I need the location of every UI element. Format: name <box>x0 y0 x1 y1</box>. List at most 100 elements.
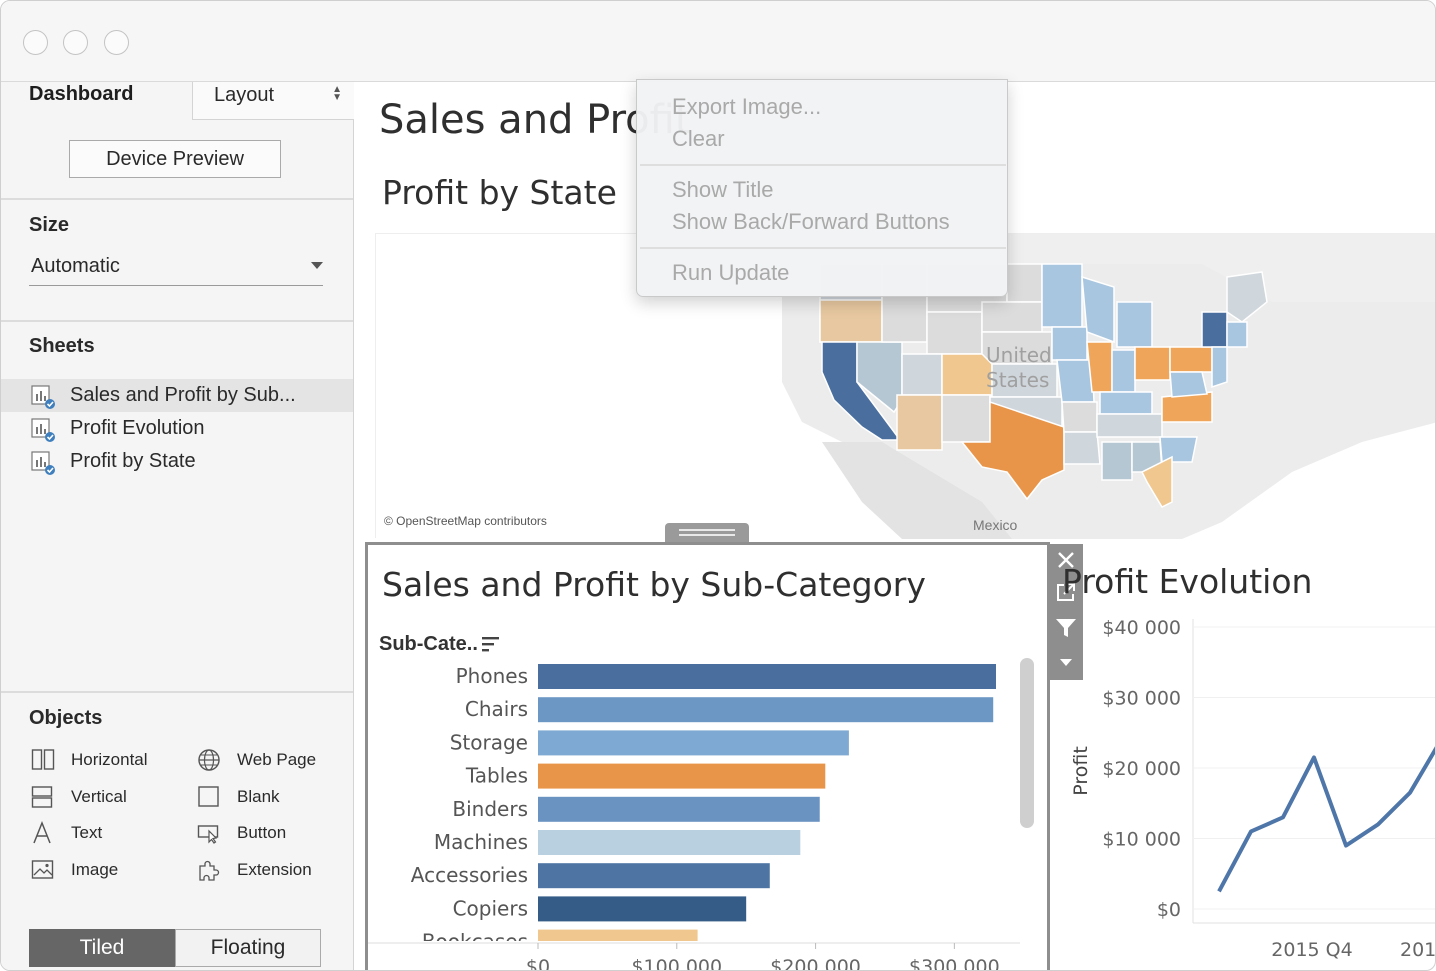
vertical-scrollbar[interactable] <box>1020 658 1034 828</box>
state-shape <box>1006 263 1043 303</box>
updown-arrows-icon: ▲ ▼ <box>332 84 342 103</box>
bar <box>538 664 996 689</box>
menu-item-show-title[interactable]: Show Title <box>672 177 774 203</box>
resize-handle[interactable] <box>665 523 749 543</box>
state-shape <box>1086 341 1113 393</box>
object-label: Horizontal <box>71 750 148 769</box>
menu-item-export-image[interactable]: Export Image... <box>672 94 821 120</box>
object-label: Button <box>237 823 287 842</box>
sort-icon[interactable] <box>482 636 500 652</box>
horizontal-icon <box>31 749 55 770</box>
worksheet-icon <box>31 418 55 442</box>
category-label: Chairs <box>465 697 528 721</box>
state-shape <box>1161 391 1213 423</box>
category-label: Copiers <box>453 896 528 920</box>
tab-dashboard[interactable]: Dashboard <box>29 82 133 106</box>
state-shape <box>1056 359 1095 403</box>
tab-layout-label: Layout <box>214 84 275 106</box>
globe-icon <box>198 749 220 771</box>
puzzle-icon <box>199 860 220 881</box>
state-shape <box>1096 413 1163 438</box>
state-shape <box>1159 436 1198 463</box>
bar <box>538 830 801 855</box>
sales-profit-panel[interactable]: Sales and Profit by Sub-Category Sub-Cat… <box>365 542 1050 971</box>
divider <box>1 198 353 200</box>
country-label: States <box>986 368 1049 392</box>
device-preview-button[interactable]: Device Preview <box>69 140 281 178</box>
y-tick-label: $0 <box>1157 899 1181 921</box>
map-title: Profit by State <box>382 173 617 212</box>
country-label: United <box>986 343 1052 367</box>
minimize-window-button[interactable] <box>63 30 88 55</box>
y-tick-label: $10 000 <box>1102 829 1181 851</box>
app-window: Dashboard Layout ▲ ▼ Device Preview Size … <box>0 0 1436 971</box>
sheet-item-profit-evolution[interactable]: Profit Evolution <box>1 412 353 445</box>
floating-toggle[interactable]: Floating <box>175 929 321 967</box>
menu-item-show-back-forward[interactable]: Show Back/Forward Buttons <box>672 209 950 235</box>
divider <box>1 320 353 322</box>
object-label: Text <box>71 823 103 842</box>
tab-layout[interactable]: Layout ▲ ▼ <box>192 82 354 120</box>
category-label: Storage <box>450 730 528 754</box>
state-shape <box>1051 326 1088 361</box>
object-label: Vertical <box>71 787 127 806</box>
title-bar <box>1 1 1435 82</box>
y-tick-label: $30 000 <box>1102 688 1181 710</box>
close-window-button[interactable] <box>23 30 48 55</box>
sheets-section-title: Sheets <box>29 335 95 357</box>
menu-item-run-update[interactable]: Run Update <box>672 260 789 286</box>
divider <box>1 691 353 693</box>
bar <box>538 863 770 889</box>
size-dropdown[interactable]: Automatic <box>29 252 323 286</box>
state-shape <box>1201 311 1228 348</box>
bar-chart: Phones Chairs Storage Tables Binders Machines… <box>368 664 1047 971</box>
caret-down-icon <box>311 262 323 269</box>
tiled-toggle[interactable]: Tiled <box>29 929 175 967</box>
sheet-item-label: Profit Evolution <box>70 417 205 439</box>
x-tick-label: $100 000 <box>631 956 722 971</box>
state-shape <box>1226 321 1248 348</box>
object-label: Image <box>71 860 119 879</box>
worksheet-icon <box>31 451 55 475</box>
state-shape <box>1099 391 1153 415</box>
image-icon <box>31 860 54 879</box>
state-shape <box>1111 349 1136 393</box>
category-label: Phones <box>456 664 528 688</box>
category-label: Machines <box>434 830 528 854</box>
evolution-title: Profit Evolution <box>1062 562 1313 601</box>
x-tick-label: $300 000 <box>909 956 1000 971</box>
text-icon <box>33 821 51 844</box>
sheet-item-label: Profit by State <box>70 450 196 472</box>
object-label: Extension <box>237 860 312 879</box>
category-label: Binders <box>452 797 528 821</box>
category-label: Tables <box>465 764 528 788</box>
map-credit: © OpenStreetMap contributors <box>384 514 547 528</box>
state-shape <box>1061 401 1098 433</box>
menu-item-clear[interactable]: Clear <box>672 126 725 152</box>
sheet-item-sales-profit[interactable]: Sales and Profit by Sub... <box>1 379 353 412</box>
state-shape <box>1041 263 1083 328</box>
state-shape <box>926 311 983 355</box>
zoom-window-button[interactable] <box>104 30 129 55</box>
state-shape <box>1101 441 1133 481</box>
menu-separator <box>640 247 1006 249</box>
bar <box>538 796 820 822</box>
sheet-item-profit-by-state[interactable]: Profit by State <box>1 445 353 478</box>
object-label: Web Page <box>237 750 317 769</box>
context-menu: ⁠ Export Image... Clear Show Title Show … <box>636 79 1008 297</box>
x-tick-label: 2015 Q4 <box>1271 939 1352 961</box>
y-axis-label: Profit <box>1070 746 1092 796</box>
sheet-item-label: Sales and Profit by Sub... <box>70 384 296 406</box>
state-shape <box>1081 275 1115 344</box>
x-tick-label: $200 000 <box>770 956 861 971</box>
vertical-icon <box>31 786 53 808</box>
menu-separator <box>640 164 1006 166</box>
line-chart: $40 000 $30 000 $20 000 $10 000 $0 Profit 2015… <box>1070 617 1435 961</box>
state-shape <box>1169 346 1213 373</box>
column-header: Sub-Cate.. <box>379 633 478 655</box>
bar <box>538 763 826 789</box>
state-shape <box>941 353 993 396</box>
state-shape <box>1211 346 1228 389</box>
category-label: Accessories <box>411 863 528 887</box>
objects-section-title: Objects <box>29 707 103 729</box>
